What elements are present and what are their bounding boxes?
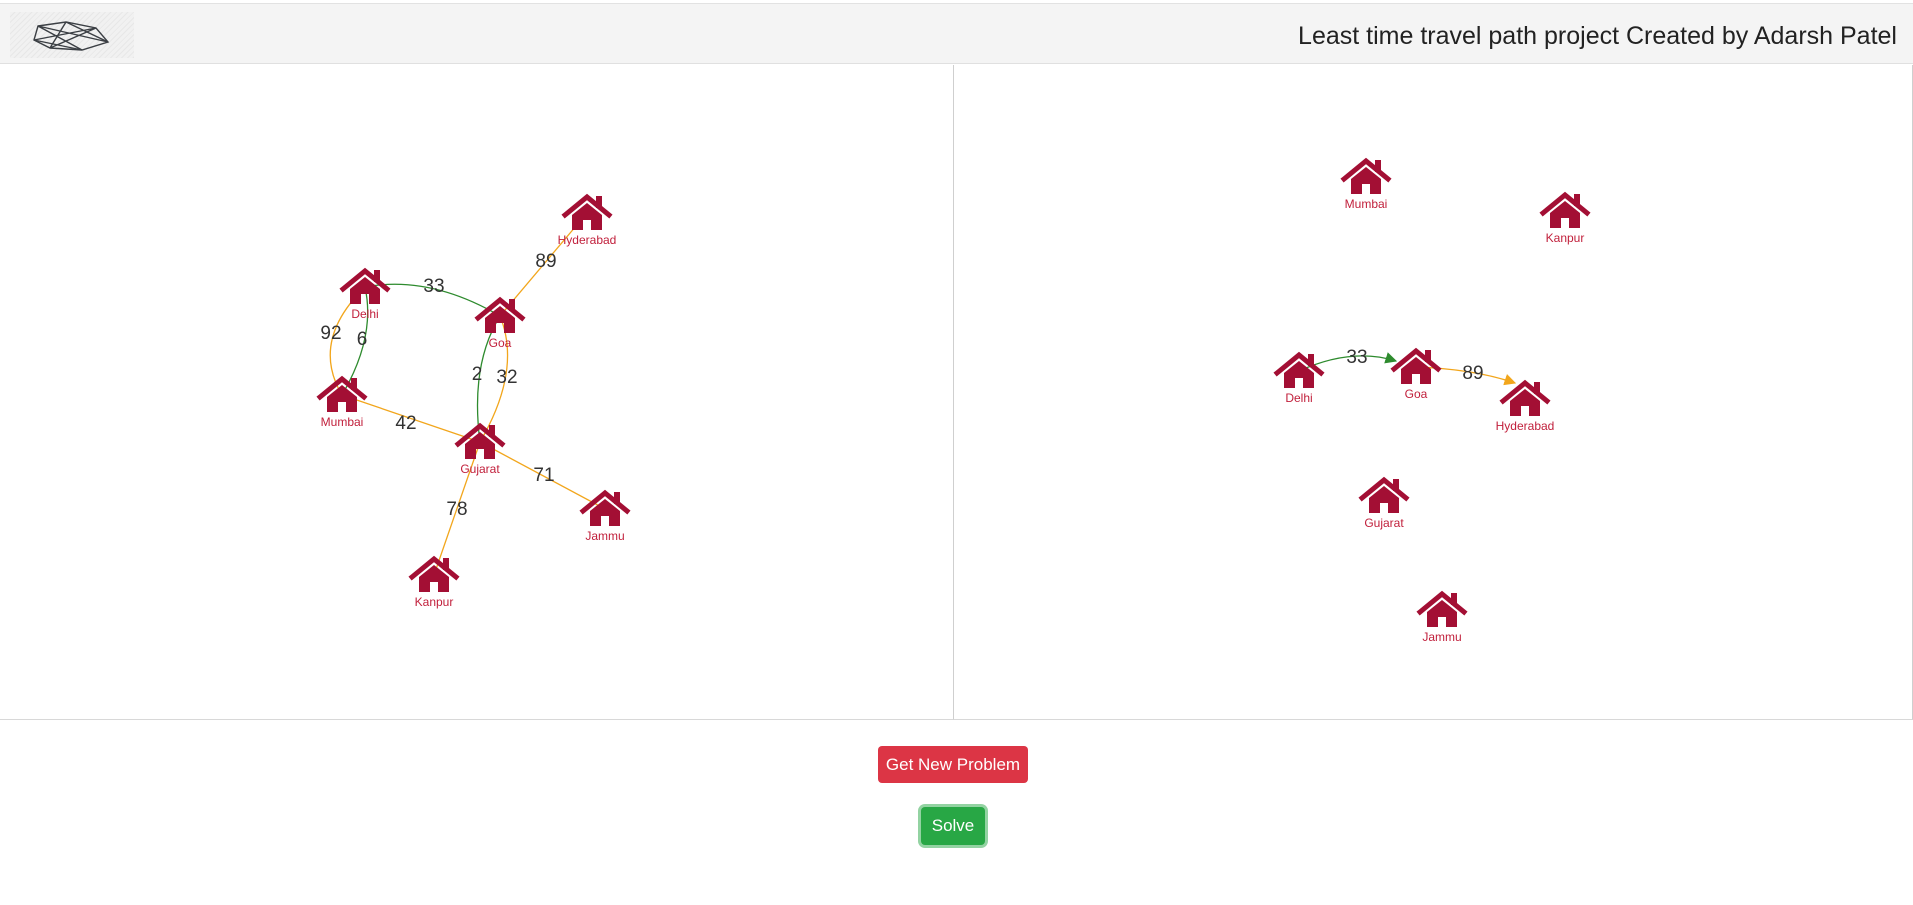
node-label-delhi: Delhi [1285,391,1312,405]
edge-weight-label: 78 [446,499,467,520]
edge-layer [329,212,606,576]
house-icon[interactable] [454,422,506,459]
node-label-goa: Goa [1405,387,1428,401]
edge-weight-label: 89 [535,251,556,272]
node-label-mumbai: Mumbai [321,415,364,429]
house-icon[interactable] [1358,476,1410,513]
node-label-kanpur: Kanpur [415,595,454,609]
app-title: Least time travel path project Created b… [1298,22,1897,50]
solve-button[interactable]: Solve [921,807,985,845]
edge-weight-label: 71 [533,465,554,486]
house-icon[interactable] [1340,157,1392,194]
house-icon[interactable] [561,193,613,230]
get-new-problem-button[interactable]: Get New Problem [878,746,1028,783]
node-label-goa: Goa [489,336,512,350]
edge-weight-label: 33 [1346,347,1367,368]
edge-weight-label: 92 [320,323,341,344]
node-label-jammu: Jammu [1422,630,1461,644]
problem-graph-panel[interactable]: Delhi Goa Hyderabad Mumbai Gujarat Jammu Kanpu… [0,65,954,720]
house-icon[interactable] [316,375,368,412]
edge-weight-label: 89 [1462,363,1483,384]
solution-graph-canvas[interactable]: Mumbai Kanpur Delhi Goa Hyderabad Gujarat Jamm… [954,65,1913,720]
edge-weight-label: 32 [496,367,517,388]
house-icon[interactable] [1416,590,1468,627]
house-icon[interactable] [1390,347,1442,384]
house-icon[interactable] [1499,379,1551,416]
house-icon[interactable] [1273,351,1325,388]
house-icon[interactable] [1539,191,1591,228]
house-icon[interactable] [474,296,526,333]
edge-weight-label: 42 [395,413,416,434]
house-icon[interactable] [579,489,631,526]
node-layer: Mumbai Kanpur Delhi Goa Hyderabad Gujarat Jamm… [1273,157,1591,644]
node-label-gujarat: Gujarat [460,462,500,476]
network-graph-icon [10,12,134,58]
node-label-jammu: Jammu [585,529,624,543]
edge-weight-label: 2 [472,364,483,385]
top-bar: Least time travel path project Created b… [0,3,1913,64]
house-icon[interactable] [339,267,391,304]
solution-graph-panel[interactable]: Mumbai Kanpur Delhi Goa Hyderabad Gujarat Jamm… [954,65,1913,720]
edge-weight-label: 33 [423,276,444,297]
edge-weight-label: 6 [357,329,368,350]
house-icon[interactable] [408,555,460,592]
node-label-kanpur: Kanpur [1546,231,1585,245]
node-label-delhi: Delhi [351,307,378,321]
node-label-hyderabad: Hyderabad [558,233,617,247]
node-label-hyderabad: Hyderabad [1496,419,1555,433]
node-label-gujarat: Gujarat [1364,516,1404,530]
node-layer: Delhi Goa Hyderabad Mumbai Gujarat Jammu Kanpu… [316,193,631,609]
node-label-mumbai: Mumbai [1345,197,1388,211]
problem-graph-canvas[interactable]: Delhi Goa Hyderabad Mumbai Gujarat Jammu Kanpu… [0,65,954,720]
